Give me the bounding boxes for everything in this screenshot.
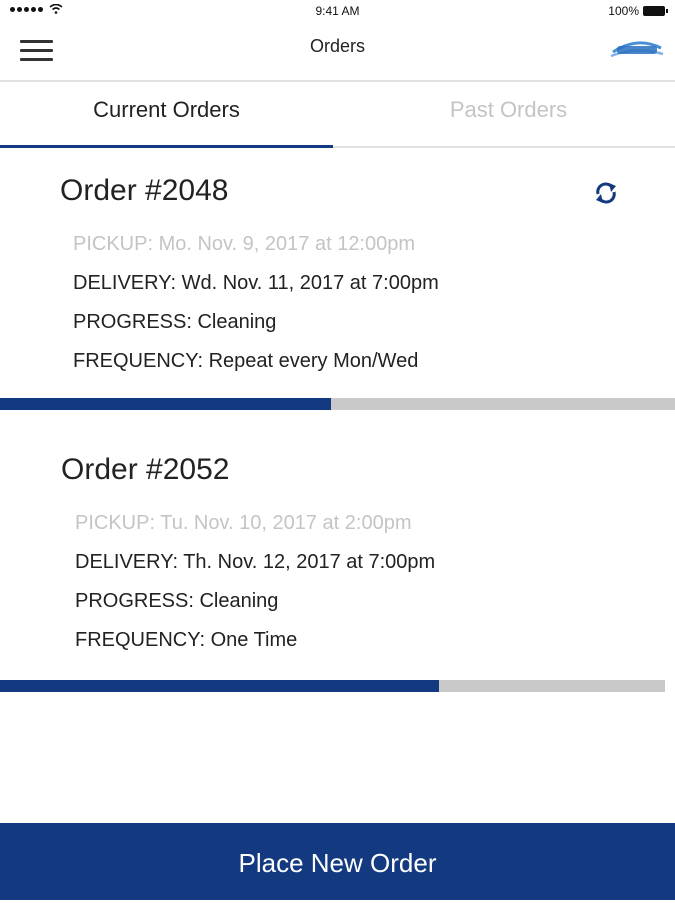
progress-bar-fill bbox=[0, 680, 439, 692]
order-title: Order #2052 bbox=[61, 453, 230, 486]
frequency-text: FREQUENCY: One Time bbox=[75, 629, 298, 651]
nav-bar: Orders bbox=[0, 22, 675, 82]
progress-text: PROGRESS: Cleaning bbox=[75, 590, 279, 612]
pickup-text: PICKUP: Mo. Nov. 9, 2017 at 12:00pm bbox=[73, 233, 416, 255]
battery-percent: 100% bbox=[608, 4, 639, 18]
progress-bar-fill bbox=[0, 398, 331, 410]
progress-text: PROGRESS: Cleaning bbox=[73, 311, 277, 333]
progress-bar bbox=[0, 680, 665, 692]
status-time: 9:41 AM bbox=[315, 4, 360, 18]
refresh-icon[interactable] bbox=[591, 178, 621, 208]
place-new-order-button[interactable]: Place New Order bbox=[0, 823, 675, 900]
status-bar: 9:41 AM 100% bbox=[0, 0, 675, 22]
status-right: 100% bbox=[608, 4, 668, 18]
delivery-text: DELIVERY: Th. Nov. 12, 2017 at 7:00pm bbox=[75, 551, 436, 573]
tabs: Current Orders Past Orders bbox=[0, 82, 675, 148]
battery-icon bbox=[643, 6, 668, 16]
page-title: Orders bbox=[309, 36, 365, 56]
frequency-text: FREQUENCY: Repeat every Mon/Wed bbox=[73, 350, 419, 372]
tab-past-orders[interactable]: Past Orders bbox=[342, 82, 675, 146]
order-card[interactable]: Order #2048 PICKUP: Mo. Nov. 9, 2017 at … bbox=[0, 146, 675, 416]
delivery-text: DELIVERY: Wd. Nov. 11, 2017 at 7:00pm bbox=[73, 272, 439, 294]
tab-current-orders[interactable]: Current Orders bbox=[0, 82, 333, 146]
pickup-text: PICKUP: Tu. Nov. 10, 2017 at 2:00pm bbox=[75, 512, 412, 534]
order-card[interactable]: Order #2052 PICKUP: Tu. Nov. 10, 2017 at… bbox=[0, 426, 675, 696]
brand-logo-icon bbox=[610, 41, 664, 58]
progress-bar bbox=[0, 398, 675, 410]
order-title: Order #2048 bbox=[60, 174, 229, 207]
